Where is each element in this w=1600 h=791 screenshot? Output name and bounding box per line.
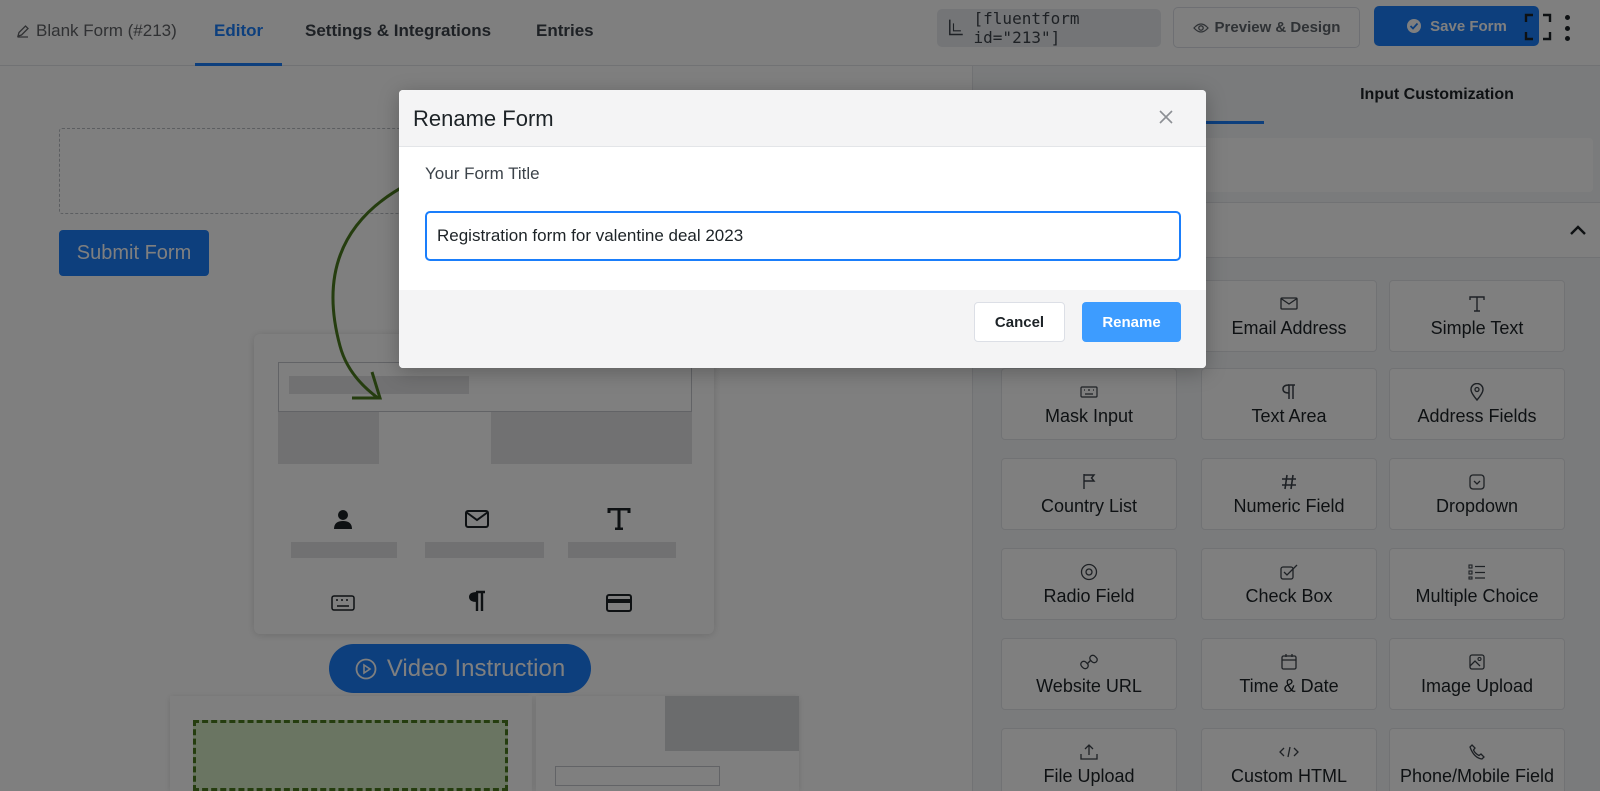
form-title-input[interactable] bbox=[425, 211, 1181, 261]
form-title-label: Your Form Title bbox=[425, 164, 540, 183]
rename-form-dialog: Rename Form Your Form Title Cancel Renam… bbox=[399, 90, 1206, 368]
rename-button[interactable]: Rename bbox=[1082, 302, 1181, 342]
dialog-footer: Cancel Rename bbox=[399, 290, 1206, 368]
cancel-button[interactable]: Cancel bbox=[974, 302, 1065, 342]
dialog-title: Rename Form bbox=[413, 106, 554, 131]
dialog-header: Rename Form bbox=[399, 90, 1206, 147]
close-icon[interactable] bbox=[1156, 107, 1176, 127]
